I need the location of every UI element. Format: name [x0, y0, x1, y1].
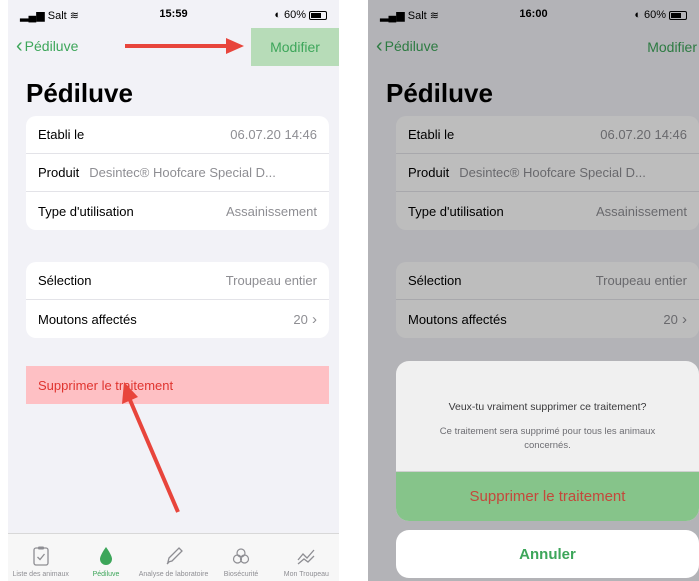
tab-label: Mon Troupeau: [283, 571, 329, 578]
tab-lab-analysis[interactable]: Analyse de laboratoire: [138, 534, 209, 581]
battery-icon: [309, 10, 327, 20]
battery-indicator: ◐ 60%: [274, 9, 327, 21]
selection-value: Troupeau entier: [225, 273, 317, 288]
affected-value: 20: [293, 311, 317, 328]
row-affected-sheep[interactable]: Moutons affectés 20: [26, 300, 329, 338]
action-sheet: Veux-tu vraiment supprimer ce traitement…: [396, 361, 699, 521]
tab-label: Liste des animaux: [12, 571, 69, 578]
phone-screen-before: ▂▄▆ Salt ≋ 15:59 ◐ 60% ‹ Pédiluve Modifi…: [8, 0, 339, 581]
details-group: Etabli le 06.07.20 14:46 Produit Desinte…: [26, 116, 329, 230]
tab-bar: Liste des animaux Pédiluve Analyse de la…: [8, 533, 339, 581]
clipboard-check-icon: [33, 546, 49, 566]
dialog-description: Ce traitement sera supprimé pour tous le…: [439, 426, 656, 451]
chart-icon: [297, 549, 315, 565]
page-title: Pédiluve: [26, 78, 133, 108]
phone-screen-after: ▂▄▆ Salt ≋ 16:00 ◐ 60% ‹ Pédiluve Modifi…: [368, 0, 699, 581]
status-bar: ▂▄▆ Salt ≋ 15:59 ◐ 60%: [8, 0, 339, 28]
tab-label: Biosécurité: [223, 571, 259, 578]
tab-footbath[interactable]: Pédiluve: [73, 534, 138, 581]
dialog-question: Veux-tu vraiment supprimer ce traitement…: [448, 401, 647, 413]
tab-biosecurity[interactable]: Biosécurité: [208, 534, 273, 581]
drop-icon: [100, 547, 113, 565]
back-button[interactable]: ‹ Pédiluve: [16, 35, 79, 57]
pipette-icon: [166, 547, 183, 565]
established-value: 06.07.20 14:46: [230, 127, 317, 142]
selection-label: Sélection: [38, 273, 92, 288]
tab-animal-list[interactable]: Liste des animaux: [8, 534, 73, 581]
row-product[interactable]: Produit Desintec® Hoofcare Special D...: [26, 154, 329, 192]
confirm-delete-button[interactable]: Supprimer le traitement: [396, 471, 699, 521]
tab-label: Analyse de laboratoire: [138, 571, 209, 578]
delete-treatment-button[interactable]: Supprimer le traitement: [26, 366, 329, 404]
tab-label: Pédiluve: [92, 571, 120, 578]
biohazard-icon: [232, 548, 250, 564]
row-selection: Sélection Troupeau entier: [26, 262, 329, 300]
product-label: Produit: [38, 165, 80, 180]
affected-label: Moutons affectés: [38, 311, 137, 327]
selection-group: Sélection Troupeau entier Moutons affect…: [26, 262, 329, 338]
modify-button[interactable]: Modifier: [251, 28, 339, 66]
navigation-bar: ‹ Pédiluve Modifier: [8, 28, 339, 66]
chevron-left-icon: ‹: [16, 35, 23, 57]
cancel-button[interactable]: Annuler: [396, 530, 699, 578]
row-established: Etabli le 06.07.20 14:46: [26, 116, 329, 154]
established-label: Etabli le: [38, 127, 85, 142]
back-label: Pédiluve: [24, 38, 79, 54]
usage-label: Type d'utilisation: [38, 203, 134, 219]
product-value: Desintec® Hoofcare Special D...: [89, 165, 276, 180]
tab-my-herd[interactable]: Mon Troupeau: [274, 534, 339, 581]
usage-value: Assainissement: [225, 203, 317, 219]
row-usage: Type d'utilisation Assainissement: [26, 192, 329, 230]
